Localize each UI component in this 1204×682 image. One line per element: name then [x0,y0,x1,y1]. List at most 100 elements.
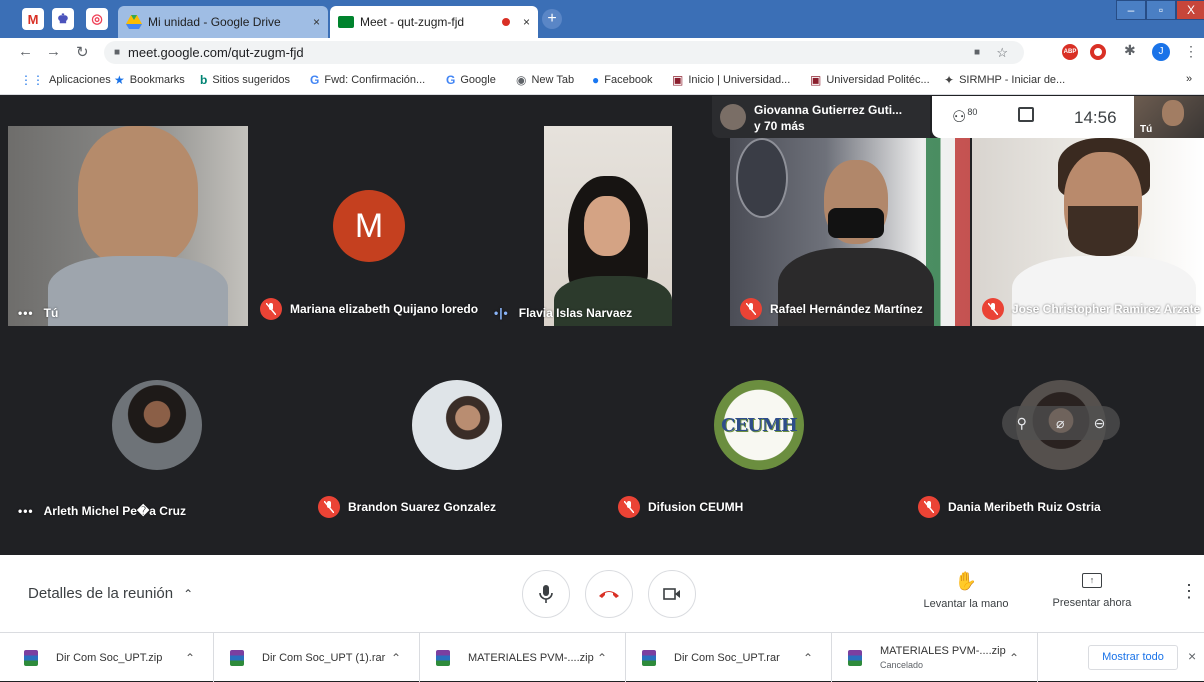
download-item[interactable]: Dir Com Soc_UPT.rar ⌃ [626,633,832,682]
bookmark-sirmhp[interactable]: ✦ SIRMHP - Iniciar de... [944,73,1065,87]
participant-initial-avatar: M [333,190,405,262]
remove-participant-icon[interactable]: ⊖ [1094,415,1106,432]
participant-tile-dania[interactable]: ⚲ ⌀ ⊖ Dania Meribeth Ruiz Ostria [908,334,1204,524]
close-tab-icon[interactable]: × [313,15,320,29]
more-options-icon: ••• [18,306,34,320]
meeting-details-button[interactable]: Detalles de la reunión ⌃ [28,585,193,602]
present-now-button[interactable]: ↑ Presentar ahora [1042,573,1142,609]
participant-name-label: ••• Arleth Michel Pe�a Cruz [18,504,186,518]
meeting-details-label: Detalles de la reunión [28,585,174,602]
leave-call-button[interactable] [585,570,633,618]
participant-tile-mariana[interactable]: M Mariana elizabeth Quijano loredo [250,126,482,326]
globe-icon: ◉ [516,73,527,87]
tab-meet[interactable]: Meet - qut-zugm-fjd × [330,6,538,38]
participant-avatar [412,380,502,470]
meet-video-stage: Giovanna Gutierrez Guti... y 70 más ⚇ 80… [0,96,1204,555]
reload-icon[interactable]: ↻ [76,43,89,61]
forward-icon[interactable]: → [46,43,61,60]
participant-tile-jose[interactable]: Jose Christopher Ramirez Arzate [972,138,1204,326]
bookmark-newtab[interactable]: ◉ New Tab [516,73,574,87]
google-icon: G [310,73,320,87]
participant-name-label: Difusion CEUMH [618,496,743,518]
meet-control-bar: Detalles de la reunión ⌃ ✋ Levantar la m… [0,555,1204,632]
microphone-button[interactable] [522,570,570,618]
pinned-tab-pocket[interactable]: ◎ [86,8,108,30]
url-text: meet.google.com/qut-zugm-fjd [128,45,304,60]
download-item-cancelled[interactable]: MATERIALES PVM-....zip Cancelado ⌃ [832,633,1038,682]
archive-file-icon [230,649,244,666]
star-icon: ★ [114,73,125,87]
bookmark-facebook[interactable]: ● Facebook [592,73,653,87]
download-item[interactable]: Dir Com Soc_UPT (1).rar ⌃ [214,633,420,682]
bookmarks-overflow[interactable]: » [1186,73,1192,85]
participant-tile-ceumh[interactable]: CEUMH Difusion CEUMH [608,334,908,524]
pinned-tab-teams[interactable]: ♚ [52,8,74,30]
meet-info-panel: ⚇ 80 14:56 [932,96,1134,138]
chevron-up-icon[interactable]: ⌃ [391,651,401,665]
participant-name-label: Mariana elizabeth Quijano loredo [260,298,478,320]
close-downloads-icon[interactable]: × [1188,648,1196,664]
raise-hand-button[interactable]: ✋ Levantar la mano [914,571,1018,610]
participants-button[interactable]: ⚇ 80 [952,107,977,127]
participant-tile-self[interactable]: ••• Tú [8,126,248,326]
close-tab-icon[interactable]: × [523,15,530,29]
profile-avatar[interactable]: J [1152,43,1170,61]
present-screen-icon: ↑ [1082,573,1102,588]
opera-icon[interactable] [1090,44,1106,60]
chat-icon[interactable] [1018,107,1034,122]
speaking-indicator-icon: •|• [494,306,509,320]
tab-title: Mi unidad - Google Drive [148,15,281,29]
bookmark-apps[interactable]: ⋮⋮ Aplicaciones [20,73,111,87]
download-item[interactable]: MATERIALES PVM-....zip ⌃ [420,633,626,682]
bookmark-inicio-universidad[interactable]: ▣ Inicio | Universidad... [672,73,790,87]
bookmark-universidad-politecnica[interactable]: ▣ Universidad Politéc... [810,73,930,87]
menu-icon[interactable]: ⋮ [1184,43,1198,60]
extensions-icon[interactable]: ✱ [1124,42,1136,59]
pin-icon[interactable]: ⚲ [1017,415,1027,432]
mic-off-icon [982,298,1004,320]
bookmark-sitios[interactable]: b Sitios sugeridos [200,73,290,87]
chevron-up-icon[interactable]: ⌃ [597,651,607,665]
chevron-up-icon[interactable]: ⌃ [803,651,813,665]
chevron-up-icon[interactable]: ⌃ [185,651,195,665]
participant-tile-brandon[interactable]: Brandon Suarez Gonzalez [308,334,608,524]
close-window-icon[interactable]: X [1176,0,1204,20]
bookmark-bookmarks[interactable]: ★ Bookmarks [114,73,185,87]
self-view-thumbnail[interactable]: Tú [1134,96,1204,138]
minimize-icon[interactable]: – [1116,0,1146,20]
archive-file-icon [848,649,862,666]
chevron-up-icon[interactable]: ⌃ [1009,651,1019,665]
participant-avatar [112,380,202,470]
ceumh-logo-text: CEUMH [721,414,798,436]
show-all-downloads-button[interactable]: Mostrar todo [1088,645,1178,670]
mic-off-icon [740,298,762,320]
participant-name-label: ••• Tú [18,306,59,320]
lock-icon: ■ [114,47,121,58]
video-camera-icon [663,588,680,600]
bookmark-google[interactable]: G Google [446,73,496,87]
adblock-icon[interactable]: ABP [1062,44,1078,60]
address-bar[interactable]: ■ meet.google.com/qut-zugm-fjd ■ ☆ [104,41,1024,64]
participant-tile-flavia[interactable]: •|• Flavia Islas Narvaez [484,126,672,326]
presenter-avatar [720,104,746,130]
download-item[interactable]: Dir Com Soc_UPT.zip ⌃ [0,633,214,682]
bing-icon: b [200,73,208,87]
bookmark-star-icon[interactable]: ☆ [996,45,1008,61]
participant-tile-rafael[interactable]: Rafael Hernández Martínez [730,138,970,326]
ceumh-logo: CEUMH [714,380,804,470]
recording-dot-icon [502,18,510,26]
camera-icon[interactable]: ■ [974,47,980,58]
camera-button[interactable] [648,570,696,618]
tab-google-drive[interactable]: Mi unidad - Google Drive × [118,6,328,38]
participant-tile-arleth[interactable]: ••• Arleth Michel Pe�a Cruz [8,334,308,524]
present-now-label: Presentar ahora [1052,597,1132,609]
presenter-pill[interactable]: Giovanna Gutierrez Guti... y 70 más [712,96,930,138]
more-options-icon[interactable]: ⋮ [1180,581,1198,602]
back-icon[interactable]: ← [18,43,33,60]
new-tab-button[interactable]: + [542,9,562,29]
mute-participant-icon[interactable]: ⌀ [1056,415,1064,432]
maximize-icon[interactable]: ▫ [1146,0,1176,20]
bookmark-fwd[interactable]: G Fwd: Confirmación... [310,73,425,87]
pinned-tab-gmail[interactable]: M [22,8,44,30]
participant-name-label: Rafael Hernández Martínez [740,298,923,320]
